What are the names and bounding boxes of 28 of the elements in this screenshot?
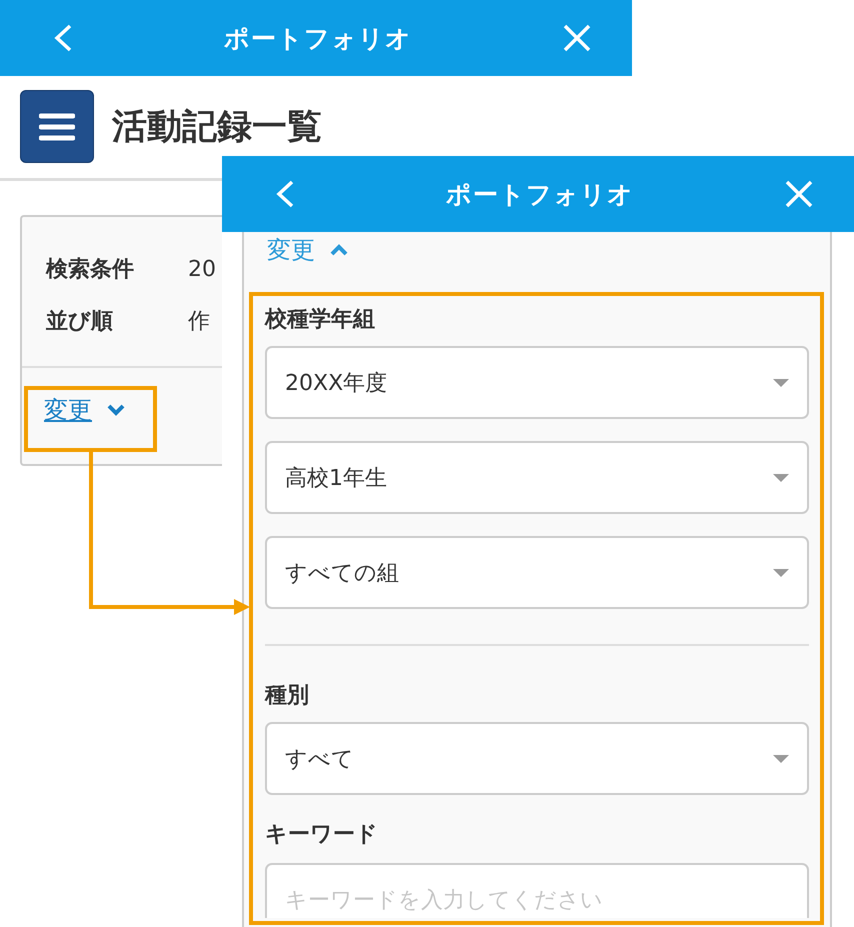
condition-value: 作	[188, 308, 210, 336]
section-label: 種別	[265, 682, 310, 710]
app-title: ポートフォリオ	[224, 22, 412, 54]
select-field[interactable]: 20XX年度	[265, 346, 809, 419]
change-link[interactable]: 変更	[44, 394, 126, 426]
condition-value: 20	[188, 256, 216, 282]
close-icon[interactable]	[784, 179, 814, 209]
caret-icon	[773, 754, 789, 762]
condition-label: 検索条件	[46, 256, 135, 284]
select-field[interactable]: 高校1年生	[265, 441, 809, 514]
menu-icon	[39, 112, 75, 142]
caret-icon	[773, 474, 789, 482]
back-icon[interactable]	[274, 179, 296, 209]
section-label: 校種学年組	[265, 306, 376, 334]
keyword-field[interactable]: キーワードを入力してください	[265, 863, 809, 918]
caret-down-icon	[106, 403, 126, 417]
back-icon[interactable]	[52, 23, 74, 53]
section-label: キーワード	[265, 821, 379, 849]
close-icon[interactable]	[562, 23, 592, 53]
condition-label: 並び順	[46, 308, 114, 336]
select-field[interactable]: すべて	[265, 722, 809, 795]
app-title: ポートフォリオ	[446, 178, 634, 210]
select-field[interactable]: すべての組	[265, 536, 809, 609]
caret-up-icon	[329, 243, 349, 257]
page-title: 活動記録一覧	[112, 106, 322, 149]
caret-icon	[773, 378, 789, 386]
caret-icon	[773, 568, 789, 576]
menu-button[interactable]	[20, 90, 94, 163]
